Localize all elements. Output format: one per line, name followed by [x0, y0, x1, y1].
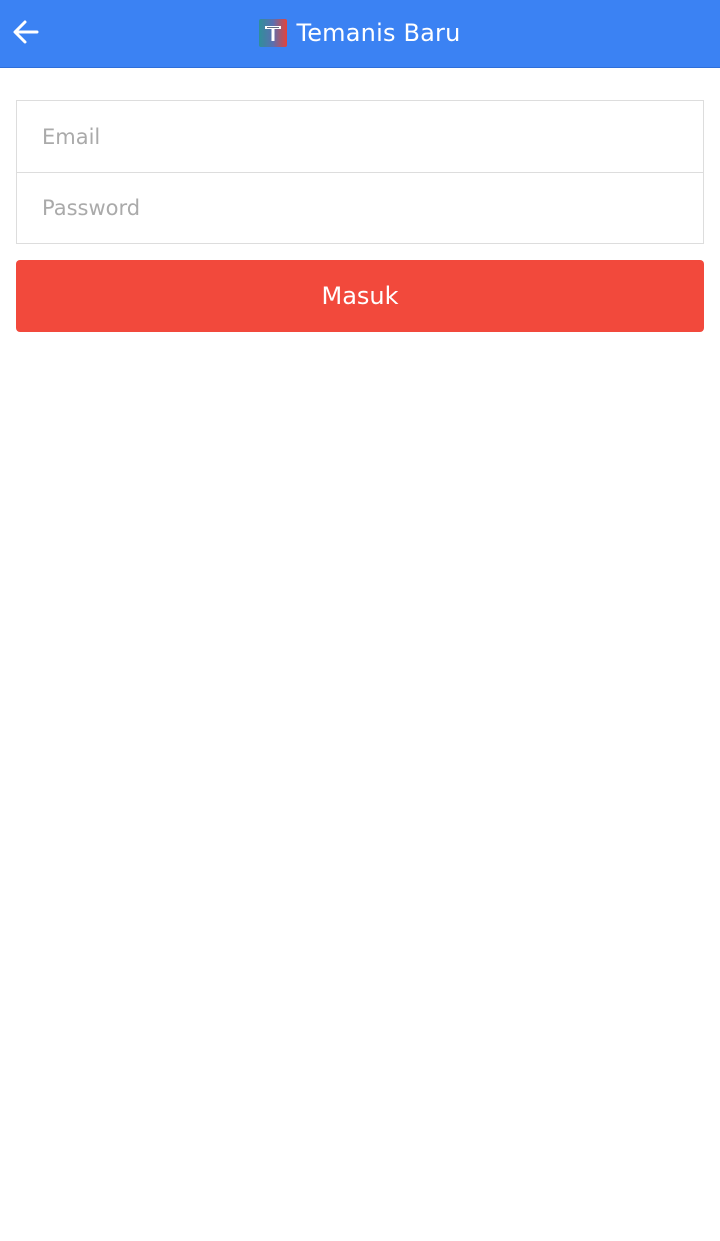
login-screen: Temanis Baru Masuk: [0, 0, 720, 1241]
email-field[interactable]: [17, 101, 703, 172]
password-field-row: [17, 172, 703, 243]
header-brand: Temanis Baru: [0, 0, 720, 66]
login-form: [16, 100, 704, 244]
login-button[interactable]: Masuk: [16, 260, 704, 332]
temanis-logo-icon: [259, 19, 288, 47]
login-button-label: Masuk: [321, 282, 399, 310]
password-field[interactable]: [17, 173, 703, 243]
app-header: Temanis Baru: [0, 0, 720, 68]
page-title: Temanis Baru: [296, 19, 461, 47]
email-field-row: [17, 101, 703, 172]
